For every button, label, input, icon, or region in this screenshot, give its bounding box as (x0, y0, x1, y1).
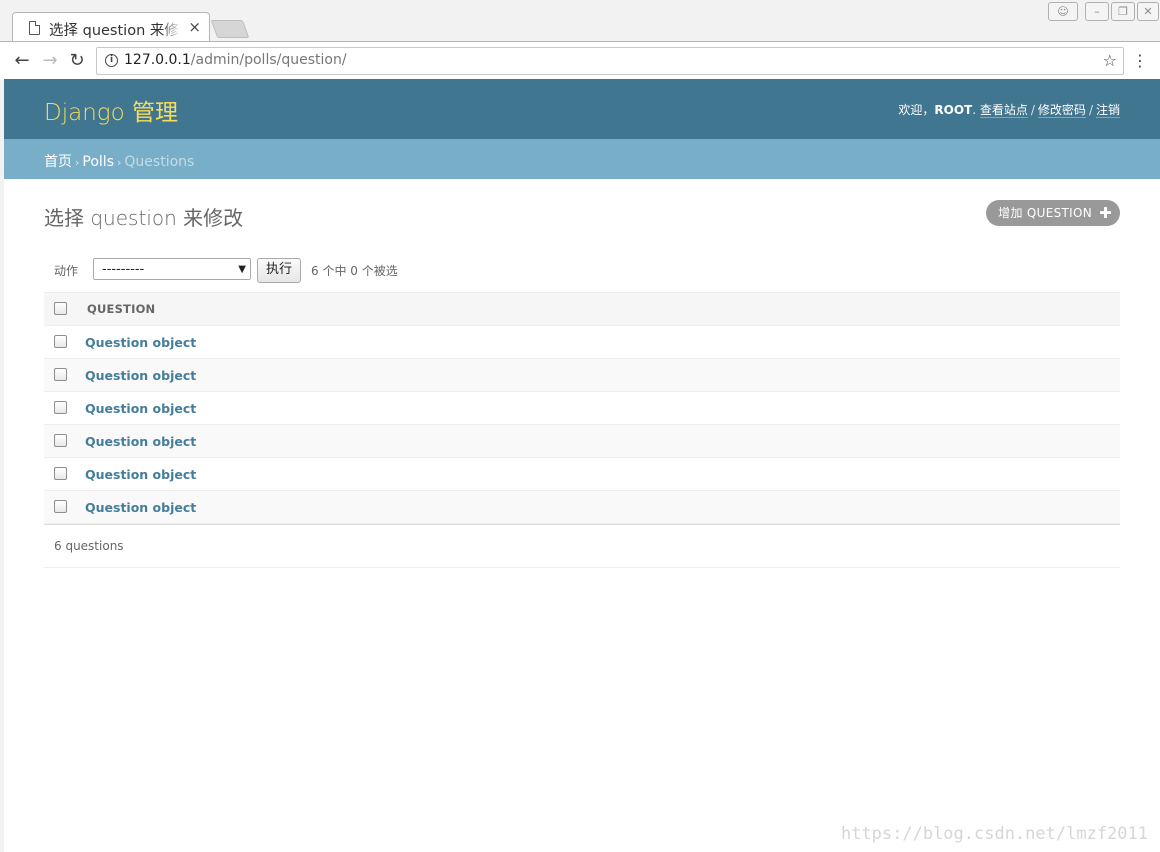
question-link[interactable]: Question object (85, 335, 196, 350)
separator: / (1030, 103, 1035, 117)
add-question-button[interactable]: 增加 QUESTION ✚ (986, 200, 1120, 226)
row-checkbox[interactable] (54, 500, 67, 513)
url-path: /admin/polls/question/ (190, 52, 347, 68)
admin-header: Django 管理 欢迎，ROOT. 查看站点 / 修改密码 / 注销 (4, 79, 1160, 139)
breadcrumb: 首页 › Polls › Questions (4, 139, 1160, 179)
table-row: Question object (44, 326, 1120, 359)
url-host: 127.0.0.1 (124, 52, 191, 68)
row-checkbox[interactable] (54, 368, 67, 381)
page-viewport: Django 管理 欢迎，ROOT. 查看站点 / 修改密码 / 注销 首页 › Polls… (4, 79, 1160, 852)
back-icon[interactable]: ← (12, 51, 32, 71)
select-all-checkbox[interactable] (54, 302, 67, 315)
breadcrumb-separator: › (117, 156, 122, 169)
paginator: 6 questions (44, 524, 1120, 568)
forward-icon[interactable]: → (40, 51, 60, 71)
question-link[interactable]: Question object (85, 368, 196, 383)
change-password-link[interactable]: 修改密码 (1037, 103, 1086, 118)
table-row: Question object (44, 359, 1120, 392)
question-link[interactable]: Question object (85, 401, 196, 416)
close-icon[interactable]: ✕ (1137, 2, 1159, 21)
add-button-label: 增加 QUESTION (998, 206, 1092, 220)
action-label: 动作 (54, 264, 79, 278)
page-icon (29, 21, 40, 35)
browser-toolbar: ← → ↻ i 127.0.0.1/admin/polls/question/ … (0, 41, 1160, 80)
column-header-question[interactable]: QUESTION (87, 302, 155, 316)
selection-counter: 6 个中 0 个被选 (311, 264, 398, 278)
browser-tab[interactable]: 选择 question 来修改 × (12, 12, 210, 43)
table-header: QUESTION (44, 292, 1120, 326)
tab-strip: 选择 question 来修改 × ☺ – ❐ ✕ (0, 0, 1160, 43)
address-bar[interactable]: i 127.0.0.1/admin/polls/question/ ☆ (96, 47, 1124, 75)
question-link[interactable]: Question object (85, 500, 196, 515)
breadcrumb-home[interactable]: 首页 (44, 154, 72, 170)
plus-icon: ✚ (1099, 204, 1112, 222)
row-checkbox[interactable] (54, 434, 67, 447)
site-brand[interactable]: Django 管理 (44, 93, 178, 127)
question-link[interactable]: Question object (85, 467, 196, 482)
minimize-icon[interactable]: – (1085, 2, 1109, 21)
action-select[interactable]: --------- ▼ (93, 258, 251, 280)
username: ROOT (934, 103, 973, 117)
separator: / (1088, 103, 1093, 117)
actions-bar: 动作 --------- ▼ 执行 6 个中 0 个被选 (44, 257, 1120, 283)
row-checkbox[interactable] (54, 467, 67, 480)
row-checkbox[interactable] (54, 335, 67, 348)
profile-icon[interactable]: ☺ (1048, 2, 1078, 21)
watermark: https://blog.csdn.net/lmzf2011 (840, 824, 1148, 844)
row-checkbox[interactable] (54, 401, 67, 414)
user-tools: 欢迎，ROOT. 查看站点 / 修改密码 / 注销 (898, 103, 1120, 118)
reload-icon[interactable]: ↻ (67, 51, 87, 71)
result-table: QUESTION Question object Question object… (44, 292, 1120, 524)
result-count: 6 questions (54, 539, 124, 553)
go-button[interactable]: 执行 (257, 258, 301, 283)
breadcrumb-separator: › (75, 156, 80, 169)
tab-title: 选择 question 来修改 (49, 23, 181, 39)
table-row: Question object (44, 392, 1120, 425)
menu-icon[interactable]: ⋮ (1132, 51, 1148, 70)
url-text[interactable]: 127.0.0.1/admin/polls/question/ (124, 52, 347, 68)
table-row: Question object (44, 425, 1120, 458)
star-icon[interactable]: ☆ (1103, 51, 1117, 70)
table-row: Question object (44, 491, 1120, 524)
welcome-text: 欢迎， (898, 103, 935, 117)
view-site-link[interactable]: 查看站点 (979, 103, 1028, 118)
action-selected-value: --------- (102, 262, 145, 277)
breadcrumb-app[interactable]: Polls (82, 154, 114, 170)
breadcrumb-current: Questions (124, 154, 195, 170)
logout-link[interactable]: 注销 (1095, 103, 1120, 118)
info-icon[interactable]: i (105, 54, 118, 67)
tab-close-icon[interactable]: × (188, 18, 201, 36)
question-link[interactable]: Question object (85, 434, 196, 449)
dropdown-arrow-icon: ▼ (238, 264, 246, 275)
page-title: 选择 question 来修改 (44, 206, 244, 230)
table-row: Question object (44, 458, 1120, 491)
restore-icon[interactable]: ❐ (1111, 2, 1135, 21)
new-tab-button[interactable] (210, 20, 250, 38)
